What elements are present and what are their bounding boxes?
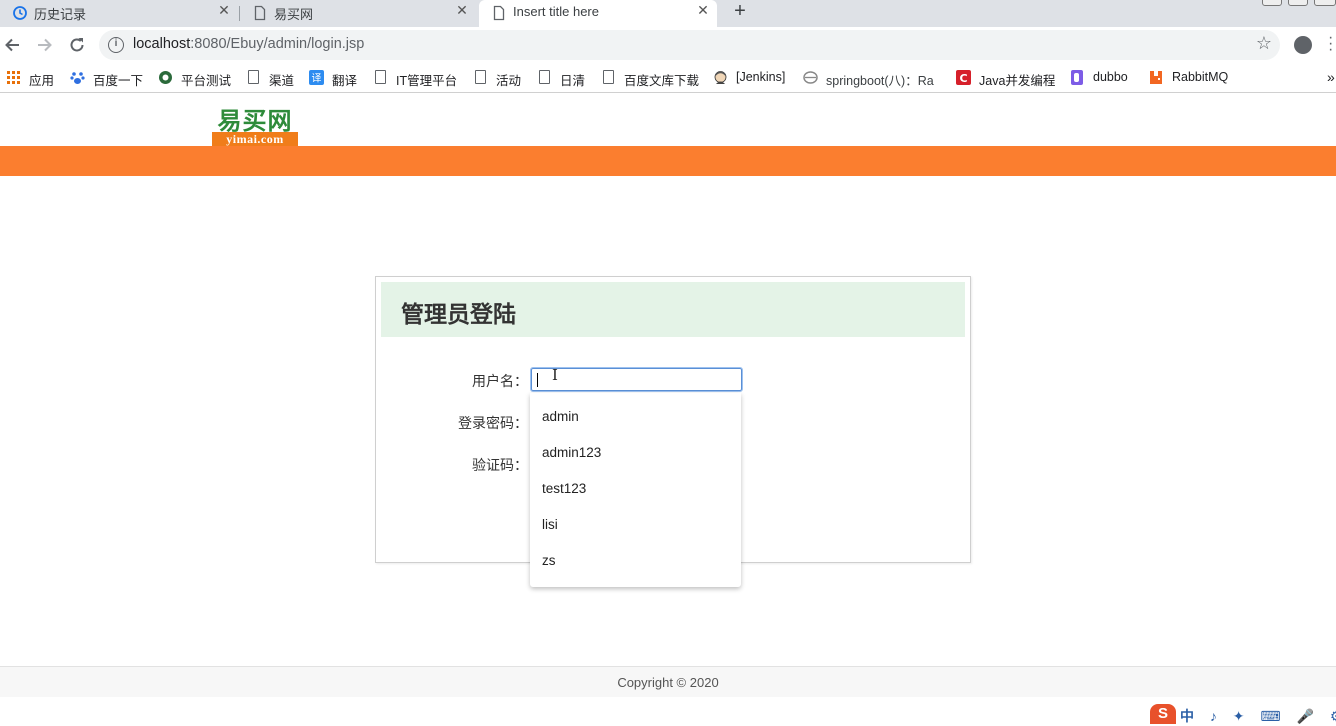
bookmark-label: Java并发编程 (979, 74, 1056, 88)
copyright-text: Copyright © 2020 (617, 675, 719, 690)
address-bar[interactable]: i localhost:8080/Ebuy/admin/login.jsp ☆ (99, 30, 1280, 60)
autocomplete-option[interactable]: admin (530, 399, 741, 435)
apps-grid-icon (7, 71, 20, 84)
page-icon (254, 5, 266, 21)
info-icon[interactable]: i (108, 37, 124, 53)
platform-globe-icon (159, 71, 172, 84)
document-icon (603, 70, 614, 84)
logo-chinese-text: 易买网 (217, 106, 293, 135)
history-icon (13, 6, 27, 20)
bookmark-label: 百度文库下载 (624, 74, 700, 88)
close-icon[interactable]: ✕ (454, 2, 470, 22)
reload-icon[interactable] (67, 35, 87, 55)
tab-label: 历史记录 (34, 7, 87, 22)
dubbo-icon (1071, 70, 1083, 85)
site-logo[interactable]: 易买网 yimai.com (212, 103, 298, 146)
username-label: 用户名： (472, 373, 528, 389)
ime-toolbar[interactable]: S 中 ♪ ✦ ⌨ 🎤 ⚙ (1150, 704, 1336, 724)
svg-text:C: C (959, 72, 967, 85)
bookmark-label: 百度一下 (93, 74, 144, 88)
menu-kebab-icon[interactable]: · · · (1328, 30, 1333, 58)
bookmark-label: 平台测试 (181, 74, 232, 88)
bookmark-label: 翻译 (332, 74, 358, 88)
forward-arrow-icon[interactable] (34, 35, 54, 55)
browser-toolbar: i localhost:8080/Ebuy/admin/login.jsp ☆ … (0, 27, 1336, 63)
ibeam-cursor-icon: I (552, 366, 558, 384)
bookmark-label: springboot(八)：Ra (826, 74, 934, 88)
password-label: 登录密码： (458, 415, 528, 431)
page-icon (493, 5, 505, 21)
bookmark-star-icon[interactable]: ☆ (1256, 33, 1272, 54)
bookmark-label: RabbitMQ (1172, 70, 1229, 84)
logo-domain-text: yimai.com (212, 132, 298, 146)
username-input[interactable] (530, 367, 743, 392)
header-nav-bar (0, 146, 1336, 176)
springboot-icon (803, 71, 818, 84)
page-title: 管理员登陆 (401, 301, 516, 327)
document-icon (375, 70, 386, 84)
tab-insert-title[interactable]: Insert title here ✕ (479, 0, 717, 27)
ime-tray-icons[interactable]: 中 ♪ ✦ ⌨ 🎤 ⚙ (1180, 706, 1336, 726)
translate-icon: 译 (309, 70, 324, 85)
text-caret (537, 373, 538, 387)
svg-text:译: 译 (312, 73, 322, 85)
url-text[interactable]: localhost:8080/Ebuy/admin/login.jsp (133, 36, 364, 52)
close-icon[interactable]: ✕ (695, 2, 711, 22)
document-icon (539, 70, 550, 84)
browser-tab-strip: 历史记录 ✕ 易买网 ✕ Insert title here ✕ + (0, 0, 1336, 27)
tab-yimai[interactable]: 易买网 ✕ (240, 0, 476, 27)
tab-history[interactable]: 历史记录 ✕ (0, 0, 238, 27)
rabbitmq-icon (1150, 71, 1162, 84)
back-arrow-icon[interactable] (3, 35, 23, 55)
new-tab-button[interactable]: + (730, 0, 750, 24)
document-icon (248, 70, 259, 84)
autocomplete-option[interactable]: lisi (530, 507, 741, 543)
page-footer: Copyright © 2020 (0, 666, 1336, 697)
jenkins-icon (714, 71, 727, 84)
window-close-button[interactable] (1314, 0, 1336, 6)
account-icon[interactable] (1294, 36, 1312, 54)
restore-button[interactable] (1288, 0, 1308, 6)
bookmark-label: 日清 (560, 74, 586, 88)
close-icon[interactable]: ✕ (216, 2, 232, 22)
bookmarks-bar: 应用 百度一下 平台测试 渠道 译 翻译 IT管理平台 活动 日清 百度文库下载 (0, 63, 1336, 93)
bookmark-label: IT管理平台 (396, 74, 458, 88)
username-autocomplete-dropdown: admin admin123 test123 lisi zs (530, 393, 741, 587)
tab-label: Insert title here (513, 4, 599, 19)
baidu-paw-icon (70, 72, 85, 84)
bookmark-label: dubbo (1093, 70, 1128, 84)
autocomplete-option[interactable]: zs (530, 543, 741, 579)
bookmark-label: 渠道 (269, 74, 295, 88)
url-host: localhost (133, 36, 191, 52)
bookmark-label: 活动 (496, 74, 522, 88)
bookmarks-overflow-chevron-icon[interactable]: » (1327, 69, 1335, 87)
csdn-icon: C (956, 70, 971, 85)
autocomplete-option[interactable]: test123 (530, 471, 741, 507)
bookmark-label: 应用 (29, 74, 55, 88)
bookmark-label: [Jenkins] (736, 70, 786, 84)
captcha-label: 验证码： (472, 457, 528, 473)
url-path: :8080/Ebuy/admin/login.jsp (190, 36, 365, 52)
autocomplete-option[interactable]: admin123 (530, 435, 741, 471)
panel-header: 管理员登陆 (381, 282, 965, 337)
tab-label: 易买网 (274, 7, 314, 22)
document-icon (475, 70, 486, 84)
sogou-logo-icon[interactable]: S (1150, 704, 1176, 724)
minimize-button[interactable] (1262, 0, 1282, 6)
